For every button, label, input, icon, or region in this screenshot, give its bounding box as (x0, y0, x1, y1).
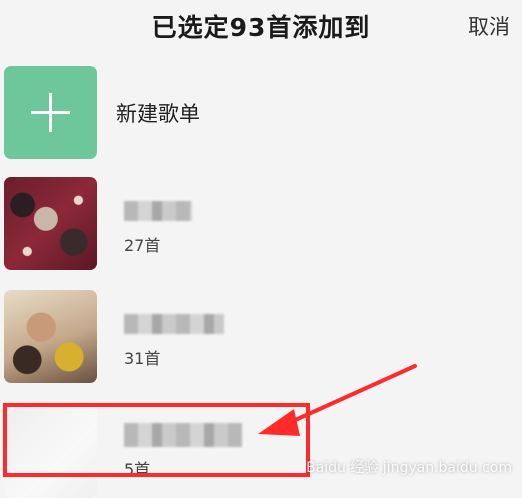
watermark: Baidu 经验 jingyan.baidu.com (306, 460, 512, 476)
arrow-icon (258, 364, 417, 436)
